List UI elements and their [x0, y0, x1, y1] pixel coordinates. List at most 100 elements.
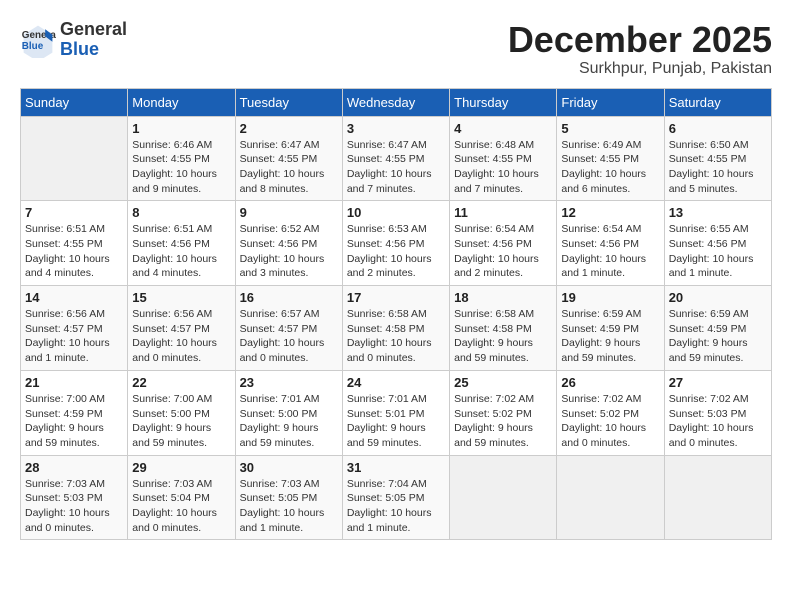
calendar-cell: 17Sunrise: 6:58 AM Sunset: 4:58 PM Dayli…: [342, 286, 449, 371]
calendar-cell: 18Sunrise: 6:58 AM Sunset: 4:58 PM Dayli…: [450, 286, 557, 371]
calendar-cell: 29Sunrise: 7:03 AM Sunset: 5:04 PM Dayli…: [128, 455, 235, 540]
day-info: Sunrise: 7:04 AM Sunset: 5:05 PM Dayligh…: [347, 477, 445, 536]
day-number: 5: [561, 121, 659, 136]
calendar-cell: 31 Sunrise: 7:04 AM Sunset: 5:05 PM Dayli…: [342, 455, 449, 540]
calendar-cell: 3Sunrise: 6:47 AM Sunset: 4:55 PM Daylig…: [342, 116, 449, 201]
day-number: 21: [25, 375, 123, 390]
day-number: 31: [347, 460, 445, 475]
header-friday: Friday: [557, 88, 664, 116]
day-info: Sunrise: 6:55 AM Sunset: 4:56 PM Dayligh…: [669, 222, 767, 281]
calendar-cell: [664, 455, 771, 540]
day-info: Sunrise: 6:51 AM Sunset: 4:56 PM Dayligh…: [132, 222, 230, 281]
day-info: Sunrise: 7:02 AM Sunset: 5:02 PM Dayligh…: [454, 392, 552, 451]
day-info: Sunrise: 6:46 AM Sunset: 4:55 PM Dayligh…: [132, 138, 230, 197]
day-number: 18: [454, 290, 552, 305]
calendar-cell: 13 Sunrise: 6:55 AM Sunset: 4:56 PM Dayli…: [664, 201, 771, 286]
calendar-week-row: 21 Sunrise: 7:00 AM Sunset: 4:59 PM Dayli…: [21, 370, 772, 455]
calendar-cell: 9 Sunrise: 6:52 AM Sunset: 4:56 PM Daylig…: [235, 201, 342, 286]
calendar-week-row: 14 Sunrise: 6:56 AM Sunset: 4:57 PM Dayli…: [21, 286, 772, 371]
calendar-cell: 27Sunrise: 7:02 AM Sunset: 5:03 PM Dayli…: [664, 370, 771, 455]
day-info: Sunrise: 7:02 AM Sunset: 5:02 PM Dayligh…: [561, 392, 659, 451]
day-number: 26: [561, 375, 659, 390]
calendar-header-row: Sunday Monday Tuesday Wednesday Thursday…: [21, 88, 772, 116]
page-header: General Blue General Blue December 2025 …: [20, 20, 772, 78]
calendar-cell: [450, 455, 557, 540]
calendar-cell: 23 Sunrise: 7:01 AM Sunset: 5:00 PM Dayli…: [235, 370, 342, 455]
logo: General Blue General Blue: [20, 20, 127, 60]
calendar-cell: 11 Sunrise: 6:54 AM Sunset: 4:56 PM Dayli…: [450, 201, 557, 286]
calendar-cell: 30Sunrise: 7:03 AM Sunset: 5:05 PM Dayli…: [235, 455, 342, 540]
day-number: 10: [347, 205, 445, 220]
day-info: Sunrise: 6:54 AM Sunset: 4:56 PM Dayligh…: [454, 222, 552, 281]
calendar-cell: 10 Sunrise: 6:53 AM Sunset: 4:56 PM Dayli…: [342, 201, 449, 286]
calendar-cell: 6 Sunrise: 6:50 AM Sunset: 4:55 PM Daylig…: [664, 116, 771, 201]
day-info: Sunrise: 7:03 AM Sunset: 5:05 PM Dayligh…: [240, 477, 338, 536]
day-number: 8: [132, 205, 230, 220]
day-info: Sunrise: 6:56 AM Sunset: 4:57 PM Dayligh…: [25, 307, 123, 366]
day-info: Sunrise: 6:59 AM Sunset: 4:59 PM Dayligh…: [669, 307, 767, 366]
day-number: 16: [240, 290, 338, 305]
day-info: Sunrise: 6:59 AM Sunset: 4:59 PM Dayligh…: [561, 307, 659, 366]
header-sunday: Sunday: [21, 88, 128, 116]
calendar-week-row: 1Sunrise: 6:46 AM Sunset: 4:55 PM Daylig…: [21, 116, 772, 201]
day-number: 14: [25, 290, 123, 305]
logo-icon: General Blue: [20, 22, 56, 58]
day-info: Sunrise: 6:49 AM Sunset: 4:55 PM Dayligh…: [561, 138, 659, 197]
location-text: Surkhpur, Punjab, Pakistan: [508, 60, 772, 78]
day-info: Sunrise: 7:03 AM Sunset: 5:03 PM Dayligh…: [25, 477, 123, 536]
calendar-cell: 24 Sunrise: 7:01 AM Sunset: 5:01 PM Dayli…: [342, 370, 449, 455]
day-info: Sunrise: 6:48 AM Sunset: 4:55 PM Dayligh…: [454, 138, 552, 197]
calendar-cell: 5 Sunrise: 6:49 AM Sunset: 4:55 PM Daylig…: [557, 116, 664, 201]
calendar-week-row: 7Sunrise: 6:51 AM Sunset: 4:55 PM Daylig…: [21, 201, 772, 286]
calendar-cell: 2Sunrise: 6:47 AM Sunset: 4:55 PM Daylig…: [235, 116, 342, 201]
day-number: 9: [240, 205, 338, 220]
calendar-cell: 20 Sunrise: 6:59 AM Sunset: 4:59 PM Dayli…: [664, 286, 771, 371]
day-number: 27: [669, 375, 767, 390]
calendar-cell: 25 Sunrise: 7:02 AM Sunset: 5:02 PM Dayli…: [450, 370, 557, 455]
calendar-cell: 8 Sunrise: 6:51 AM Sunset: 4:56 PM Daylig…: [128, 201, 235, 286]
day-info: Sunrise: 6:47 AM Sunset: 4:55 PM Dayligh…: [347, 138, 445, 197]
calendar-cell: 4 Sunrise: 6:48 AM Sunset: 4:55 PM Daylig…: [450, 116, 557, 201]
day-info: Sunrise: 6:51 AM Sunset: 4:55 PM Dayligh…: [25, 222, 123, 281]
day-number: 11: [454, 205, 552, 220]
day-number: 20: [669, 290, 767, 305]
calendar-cell: 16 Sunrise: 6:57 AM Sunset: 4:57 PM Dayli…: [235, 286, 342, 371]
header-tuesday: Tuesday: [235, 88, 342, 116]
day-info: Sunrise: 7:01 AM Sunset: 5:00 PM Dayligh…: [240, 392, 338, 451]
day-info: Sunrise: 6:56 AM Sunset: 4:57 PM Dayligh…: [132, 307, 230, 366]
day-number: 25: [454, 375, 552, 390]
day-number: 23: [240, 375, 338, 390]
day-info: Sunrise: 7:01 AM Sunset: 5:01 PM Dayligh…: [347, 392, 445, 451]
calendar-cell: 19 Sunrise: 6:59 AM Sunset: 4:59 PM Dayli…: [557, 286, 664, 371]
day-number: 4: [454, 121, 552, 136]
day-info: Sunrise: 6:52 AM Sunset: 4:56 PM Dayligh…: [240, 222, 338, 281]
day-info: Sunrise: 6:50 AM Sunset: 4:55 PM Dayligh…: [669, 138, 767, 197]
day-number: 15: [132, 290, 230, 305]
day-number: 17: [347, 290, 445, 305]
day-number: 13: [669, 205, 767, 220]
month-title: December 2025: [508, 20, 772, 60]
header-wednesday: Wednesday: [342, 88, 449, 116]
day-info: Sunrise: 6:47 AM Sunset: 4:55 PM Dayligh…: [240, 138, 338, 197]
day-info: Sunrise: 6:57 AM Sunset: 4:57 PM Dayligh…: [240, 307, 338, 366]
calendar-cell: 28Sunrise: 7:03 AM Sunset: 5:03 PM Dayli…: [21, 455, 128, 540]
calendar-cell: 26 Sunrise: 7:02 AM Sunset: 5:02 PM Dayli…: [557, 370, 664, 455]
svg-text:Blue: Blue: [22, 41, 44, 52]
calendar-table: Sunday Monday Tuesday Wednesday Thursday…: [20, 88, 772, 541]
day-number: 19: [561, 290, 659, 305]
calendar-cell: 22Sunrise: 7:00 AM Sunset: 5:00 PM Dayli…: [128, 370, 235, 455]
day-info: Sunrise: 7:00 AM Sunset: 4:59 PM Dayligh…: [25, 392, 123, 451]
calendar-cell: [21, 116, 128, 201]
calendar-cell: 7Sunrise: 6:51 AM Sunset: 4:55 PM Daylig…: [21, 201, 128, 286]
title-block: December 2025 Surkhpur, Punjab, Pakistan: [508, 20, 772, 78]
day-info: Sunrise: 6:53 AM Sunset: 4:56 PM Dayligh…: [347, 222, 445, 281]
day-number: 24: [347, 375, 445, 390]
day-info: Sunrise: 6:54 AM Sunset: 4:56 PM Dayligh…: [561, 222, 659, 281]
calendar-cell: 21 Sunrise: 7:00 AM Sunset: 4:59 PM Dayli…: [21, 370, 128, 455]
day-number: 6: [669, 121, 767, 136]
header-monday: Monday: [128, 88, 235, 116]
day-number: 22: [132, 375, 230, 390]
calendar-cell: 14 Sunrise: 6:56 AM Sunset: 4:57 PM Dayli…: [21, 286, 128, 371]
header-thursday: Thursday: [450, 88, 557, 116]
calendar-cell: [557, 455, 664, 540]
